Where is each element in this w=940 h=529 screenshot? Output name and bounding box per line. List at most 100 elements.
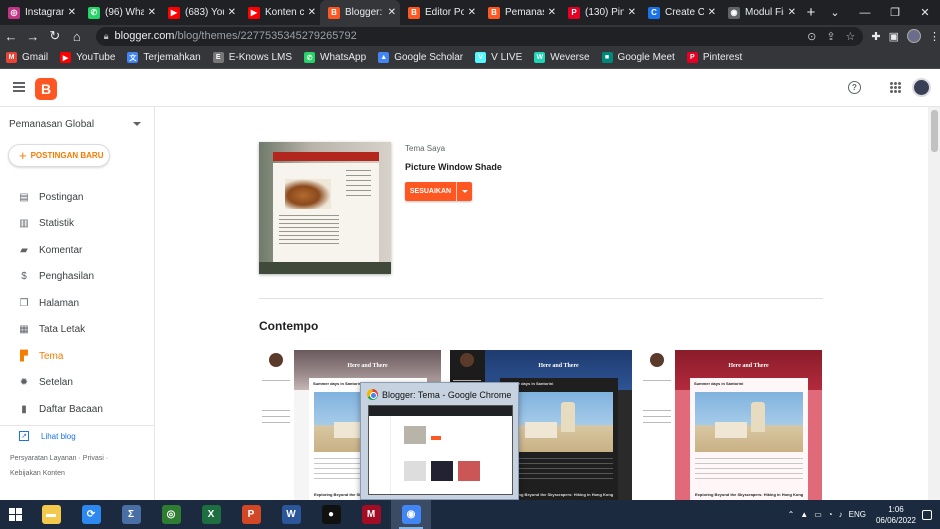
taskbar-app[interactable]: P: [231, 500, 271, 529]
bookmark-item[interactable]: W Weverse: [534, 52, 590, 63]
taskbar-app[interactable]: ⟳: [71, 500, 111, 529]
customize-dropdown-icon[interactable]: [456, 182, 472, 201]
chrome-menu-icon[interactable]: ⋮: [929, 30, 940, 43]
customize-button[interactable]: SESUAIKAN: [405, 182, 472, 201]
close-icon[interactable]: ✕: [228, 7, 236, 18]
customize-label[interactable]: SESUAIKAN: [405, 182, 456, 201]
sidebar-item-postingan[interactable]: ▤ Postingan: [0, 184, 155, 211]
close-icon[interactable]: ✕: [708, 7, 716, 18]
sidebar-item-halaman[interactable]: ❐ Halaman: [0, 290, 155, 317]
menu-icon[interactable]: [13, 82, 25, 92]
footer-link-content-policy[interactable]: Kebijakan Konten: [10, 470, 65, 477]
taskbar-app[interactable]: ◎: [151, 500, 191, 529]
browser-tab[interactable]: C Create Classroom ✕: [640, 0, 720, 25]
extensions-icon[interactable]: ✚: [871, 30, 880, 43]
bookmark-item[interactable]: M Gmail: [6, 52, 48, 63]
footer-link-terms[interactable]: Persyaratan Layanan: [10, 455, 77, 462]
bookmark-item[interactable]: 文 Terjemahkan: [127, 52, 201, 63]
browser-tab[interactable]: B Blogger: Tema ✕: [320, 0, 400, 25]
maximize-button[interactable]: ❐: [880, 0, 910, 25]
create-icon: C: [648, 6, 660, 19]
page-scrollbar[interactable]: [928, 107, 940, 500]
network-icon[interactable]: ▲: [800, 510, 808, 519]
battery-icon[interactable]: ▭: [814, 510, 822, 519]
back-button[interactable]: ←: [0, 25, 22, 47]
browser-tab[interactable]: ◎ Instagram ✕: [0, 0, 80, 25]
wifi-icon[interactable]: ◔: [828, 510, 833, 519]
chevron-down-icon[interactable]: ⌄: [820, 0, 850, 25]
reload-button[interactable]: ↻: [44, 25, 66, 47]
chevron-up-icon[interactable]: ⌃: [788, 510, 795, 519]
sidebar-item-penghasilan[interactable]: $ Penghasilan: [0, 264, 155, 291]
browser-tab[interactable]: P (130) Pinterest ✕: [560, 0, 640, 25]
sidebar-item-daftar-bacaan[interactable]: ▮ Daftar Bacaan: [0, 396, 155, 423]
sidebar-item-label: Halaman: [39, 297, 80, 309]
close-window-button[interactable]: ✕: [910, 0, 940, 25]
blog-selector[interactable]: Pemanasan Global: [9, 119, 141, 130]
browser-tab[interactable]: ▶ Konten channel ✕: [240, 0, 320, 25]
blogger-logo[interactable]: B: [35, 78, 57, 100]
bookmark-item[interactable]: ▲ Google Scholar: [378, 52, 463, 63]
browser-tab[interactable]: ✆ (96) WhatsApp ✕: [80, 0, 160, 25]
sidebar-item-tata-letak[interactable]: ▦ Tata Letak: [0, 317, 155, 344]
close-icon[interactable]: ✕: [68, 7, 76, 18]
side-panel-icon[interactable]: ▣: [889, 30, 899, 43]
taskbar-app[interactable]: ●: [311, 500, 351, 529]
sidebar-item-setelan[interactable]: ✹ Setelan: [0, 370, 155, 397]
share-icon[interactable]: ⇪: [826, 30, 835, 43]
minimize-button[interactable]: —: [850, 0, 880, 25]
sidebar-item-label: Statistik: [39, 218, 75, 230]
new-tab-button[interactable]: +: [800, 0, 822, 25]
view-blog-link[interactable]: ↗ Lihat blog: [19, 431, 76, 441]
current-theme-thumbnail[interactable]: [259, 142, 391, 274]
browser-tab[interactable]: B Editor Posting ✕: [400, 0, 480, 25]
volume-icon[interactable]: ♪: [839, 510, 843, 519]
clock[interactable]: 1:06 06/06/2022: [876, 504, 916, 526]
youtube-icon: ▶: [168, 6, 180, 19]
taskbar-app[interactable]: X: [191, 500, 231, 529]
forward-button[interactable]: →: [22, 25, 44, 47]
sidebar-item-komentar[interactable]: ▰ Komentar: [0, 237, 155, 264]
language-icon[interactable]: ENG: [849, 510, 866, 519]
google-apps-icon[interactable]: [890, 82, 901, 93]
notification-icon[interactable]: [922, 509, 932, 520]
taskbar-app[interactable]: ◉: [391, 500, 431, 529]
windows-start-button[interactable]: [0, 500, 31, 529]
help-icon[interactable]: ?: [848, 81, 861, 94]
sidebar-item-tema[interactable]: ▛ Tema: [0, 343, 155, 370]
bookmark-star-icon[interactable]: ☆: [846, 30, 856, 43]
browser-tab[interactable]: ▶ (683) YouTube ✕: [160, 0, 240, 25]
address-bar[interactable]: 🔒︎ blogger.com/blog/themes/2277535345279…: [95, 26, 864, 46]
close-icon[interactable]: ✕: [788, 7, 796, 18]
close-icon[interactable]: ✕: [628, 7, 636, 18]
bookmark-item[interactable]: V V LIVE: [475, 52, 522, 63]
close-icon[interactable]: ✕: [468, 7, 476, 18]
account-avatar[interactable]: [912, 78, 931, 97]
bookmark-item[interactable]: ✆ WhatsApp: [304, 52, 366, 63]
sidebar-item-statistik[interactable]: ▥ Statistik: [0, 211, 155, 238]
google-lens-icon[interactable]: ⊙: [807, 30, 816, 43]
taskbar-app[interactable]: Σ: [111, 500, 151, 529]
profile-avatar[interactable]: [907, 29, 922, 43]
taskbar-app[interactable]: ▬: [31, 500, 71, 529]
browser-tab[interactable]: B Pemanasan Global ✕: [480, 0, 560, 25]
scrollbar-thumb[interactable]: [931, 110, 938, 152]
clock-time: 1:06: [888, 504, 904, 514]
bookmark-item[interactable]: E E-Knows LMS: [212, 52, 292, 63]
close-icon[interactable]: ✕: [148, 7, 156, 18]
card-photo: [695, 392, 803, 452]
taskbar-app[interactable]: M: [351, 500, 391, 529]
footer-link-privacy[interactable]: Privasi: [83, 455, 104, 462]
bookmark-item[interactable]: ▶ YouTube: [60, 52, 115, 63]
close-icon[interactable]: ✕: [388, 7, 396, 18]
close-icon[interactable]: ✕: [308, 7, 316, 18]
browser-tab[interactable]: ◉ Modul Fisika ✕: [720, 0, 800, 25]
close-icon[interactable]: ✕: [548, 7, 556, 18]
theme-card[interactable]: Here and There Summer days in Santorini Ex…: [640, 350, 822, 500]
bookmark-item[interactable]: P Pinterest: [686, 52, 742, 63]
new-post-button[interactable]: + POSTINGAN BARU: [8, 144, 110, 167]
window-preview[interactable]: Blogger: Tema - Google Chrome: [360, 382, 519, 500]
home-button[interactable]: ⌂: [66, 25, 88, 47]
taskbar-app[interactable]: W: [271, 500, 311, 529]
bookmark-item[interactable]: ■ Google Meet: [601, 52, 675, 63]
